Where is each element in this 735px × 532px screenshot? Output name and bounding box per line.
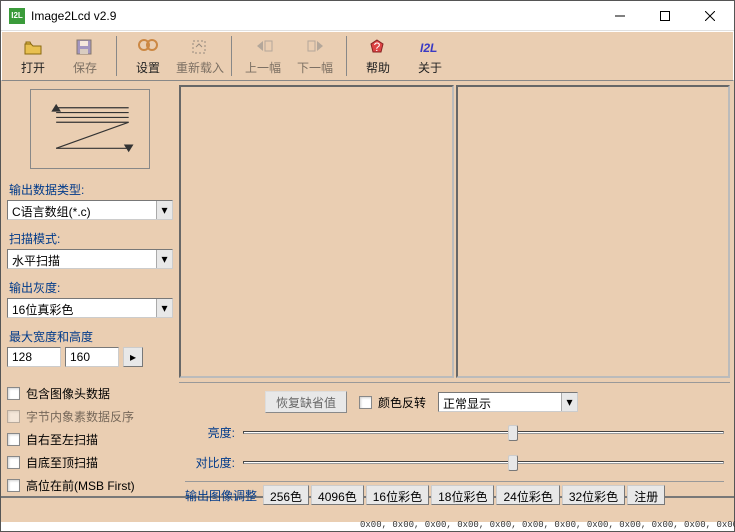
hex-footer: 0x00, 0x00, 0x00, 0x00, 0x00, 0x00, 0x00… (360, 520, 735, 530)
open-icon (23, 37, 43, 57)
chevron-down-icon[interactable]: ▾ (156, 250, 172, 268)
about-icon: I2L (420, 37, 440, 57)
source-preview (179, 85, 454, 378)
width-input[interactable] (7, 347, 61, 367)
display-mode-combo[interactable]: 正常显示 ▾ (438, 392, 578, 412)
scan-direction-preview (30, 89, 150, 169)
gray-combo[interactable]: 16位真彩色 ▾ (7, 298, 173, 318)
close-button[interactable] (687, 2, 732, 30)
next-button: 下一幅 (290, 34, 340, 78)
save-icon (75, 37, 95, 57)
prev-button: 上一幅 (238, 34, 288, 78)
window-title: Image2Lcd v2.9 (31, 9, 597, 23)
invert-color-checkbox[interactable]: 颜色反转 (359, 394, 426, 411)
color-tab-6[interactable]: 注册 (627, 485, 665, 505)
contrast-slider[interactable] (243, 451, 724, 473)
svg-text:I2L: I2L (420, 41, 437, 55)
color-tab-1[interactable]: 4096色 (311, 485, 364, 505)
scan-mode-combo[interactable]: 水平扫描 ▾ (7, 249, 173, 269)
about-button[interactable]: I2L关于 (405, 34, 455, 78)
help-icon: ? (368, 37, 388, 57)
height-input[interactable] (65, 347, 119, 367)
restore-default-button[interactable]: 恢复缺省值 (265, 391, 347, 413)
size-label: 最大宽度和高度 (7, 328, 173, 345)
brightness-slider[interactable] (243, 421, 724, 443)
prev-icon (253, 37, 273, 57)
next-icon (305, 37, 325, 57)
settings-button[interactable]: 设置 (123, 34, 173, 78)
reload-icon (190, 37, 210, 57)
chevron-down-icon[interactable]: ▾ (156, 201, 172, 219)
color-tab-5[interactable]: 32位彩色 (562, 485, 625, 505)
scan-mode-label: 扫描模式: (7, 230, 173, 247)
option-checkbox-3[interactable]: 自底至顶扫描 (7, 454, 173, 471)
svg-text:?: ? (374, 40, 381, 54)
open-button[interactable]: 打开 (8, 34, 58, 78)
save-button: 保存 (60, 34, 110, 78)
color-tab-4[interactable]: 24位彩色 (496, 485, 559, 505)
output-preview (456, 85, 731, 378)
contrast-label: 对比度: (185, 454, 235, 471)
chevron-down-icon[interactable]: ▾ (156, 299, 172, 317)
minimize-button[interactable] (597, 2, 642, 30)
help-button[interactable]: ?帮助 (353, 34, 403, 78)
output-type-label: 输出数据类型: (7, 181, 173, 198)
maximize-button[interactable] (642, 2, 687, 30)
brightness-label: 亮度: (185, 424, 235, 441)
gray-label: 输出灰度: (7, 279, 173, 296)
color-tab-0[interactable]: 256色 (263, 485, 309, 505)
option-checkbox-4[interactable]: 高位在前(MSB First) (7, 477, 173, 494)
tabs-label: 输出图像调整 (185, 487, 257, 504)
option-checkbox-0[interactable]: 包含图像头数据 (7, 385, 173, 402)
app-icon: I2L (9, 8, 25, 24)
color-tab-2[interactable]: 16位彩色 (366, 485, 429, 505)
left-panel: 输出数据类型: C语言数组(*.c) ▾ 扫描模式: 水平扫描 ▾ 输出灰度: … (5, 85, 175, 492)
toolbar: 打开保存设置重新载入上一幅下一幅 ?帮助I2L关于 (1, 31, 734, 81)
titlebar: I2L Image2Lcd v2.9 (1, 1, 734, 31)
chevron-down-icon[interactable]: ▾ (561, 393, 577, 411)
apply-size-button[interactable]: ▸ (123, 347, 143, 367)
reload-button: 重新载入 (175, 34, 225, 78)
output-type-combo[interactable]: C语言数组(*.c) ▾ (7, 200, 173, 220)
settings-icon (138, 37, 158, 57)
option-checkbox-2[interactable]: 自右至左扫描 (7, 431, 173, 448)
color-tab-3[interactable]: 18位彩色 (431, 485, 494, 505)
option-checkbox-1: 字节内象素数据反序 (7, 408, 173, 425)
